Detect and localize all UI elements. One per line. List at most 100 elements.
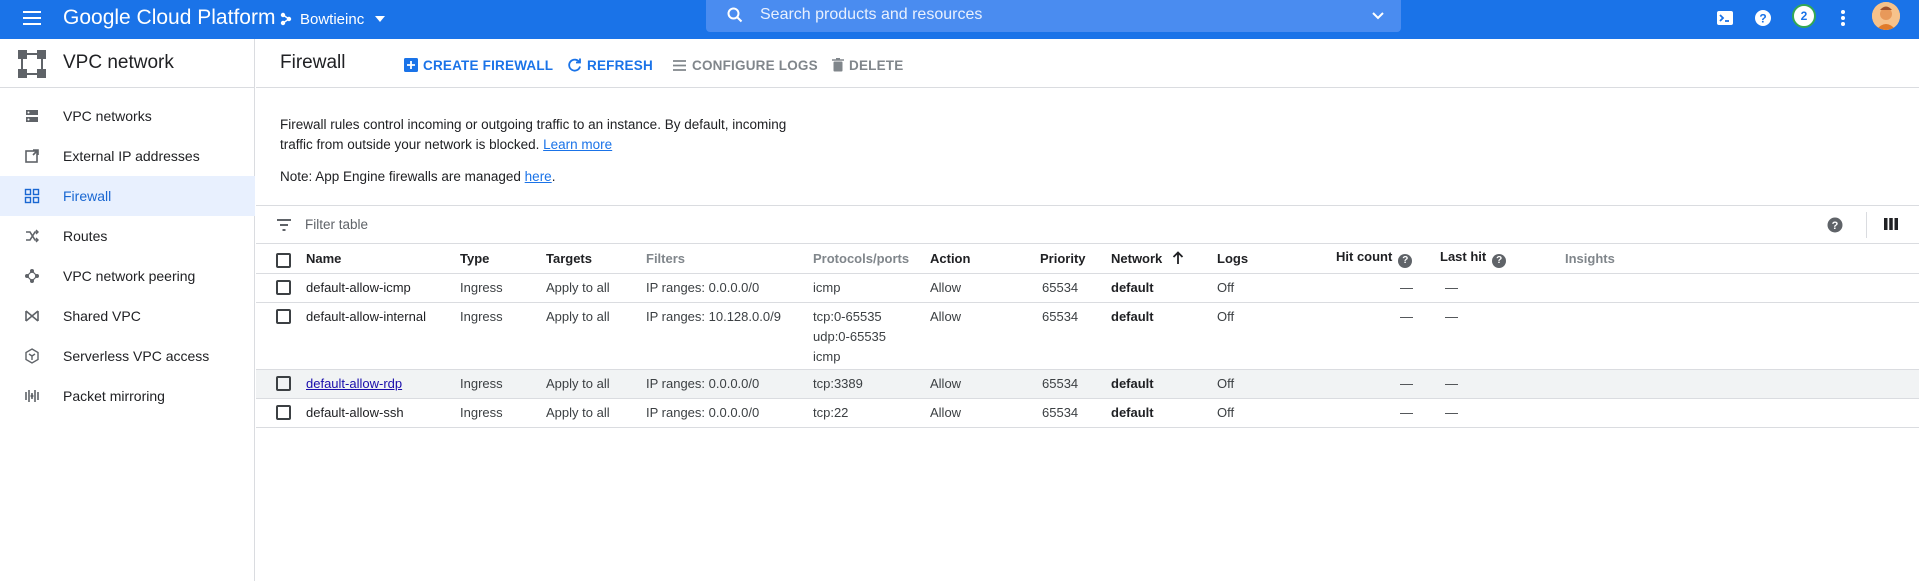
row-checkbox[interactable] [276,404,291,420]
search-icon [726,6,744,29]
refresh-icon [568,58,581,72]
col-action[interactable]: Action [930,245,1040,274]
svg-text:?: ? [1759,12,1766,26]
sidebar: VPC network VPC networks External IP add… [0,39,255,581]
table-row[interactable]: default-allow-ssh Ingress Apply to all I… [256,398,1919,428]
col-targets[interactable]: Targets [546,245,646,274]
rule-action: Allow [930,273,1040,303]
create-firewall-button[interactable]: CREATE FIREWALL [404,56,553,74]
search-input[interactable] [760,4,1320,26]
rule-priority: 65534 [1040,273,1111,303]
col-last-hit[interactable]: Last hit? [1440,245,1565,274]
sidebar-item-label: External IP addresses [63,148,200,164]
page-title: Firewall [280,52,346,73]
rule-name[interactable]: default-allow-icmp [306,273,460,303]
row-checkbox[interactable] [276,279,291,295]
sidebar-item-shared-vpc[interactable]: Shared VPC [0,296,255,336]
filter-icon[interactable] [276,218,292,237]
avatar[interactable] [1872,2,1900,30]
sidebar-item-packet-mirroring[interactable]: Packet mirroring [0,376,255,416]
filter-table-input[interactable]: Filter table [305,217,368,232]
rule-logs: Off [1217,302,1336,370]
col-priority[interactable]: Priority [1040,245,1111,274]
sidebar-item-vpc-networks[interactable]: VPC networks [0,96,255,136]
here-link[interactable]: here [525,169,552,184]
col-type[interactable]: Type [460,245,546,274]
sort-arrow-up-icon [1172,251,1184,265]
create-firewall-label: CREATE FIREWALL [423,57,554,73]
rule-hit-count: — [1336,369,1440,399]
project-selector[interactable]: Bowtieinc [278,7,390,31]
select-all-checkbox[interactable] [276,253,291,269]
rule-insights [1565,369,1919,399]
help-icon[interactable]: ? [1492,254,1507,269]
help-icon[interactable]: ? [1752,7,1774,29]
rule-name-link[interactable]: default-allow-rdp [306,376,402,391]
rule-network: default [1111,302,1217,370]
rule-network: default [1111,273,1217,303]
routes-icon [24,228,40,244]
rule-last-hit: — [1440,302,1565,370]
sidebar-item-vpc-network-peering[interactable]: VPC network peering [0,256,255,296]
rule-targets: Apply to all [546,398,646,428]
col-network[interactable]: Network [1111,245,1217,274]
filter-bar: Filter table ? [256,205,1919,244]
more-vert-icon[interactable] [1832,7,1854,29]
row-checkbox[interactable] [276,375,291,391]
col-logs[interactable]: Logs [1217,245,1336,274]
row-checkbox[interactable] [276,308,291,324]
sidebar-item-external-ip[interactable]: External IP addresses [0,136,255,176]
rule-protocols: tcp:3389 [813,369,930,399]
refresh-button[interactable]: REFRESH [567,56,653,74]
sidebar-item-firewall[interactable]: Firewall [0,176,255,216]
sidebar-item-label: Routes [63,228,108,244]
rule-network: default [1111,398,1217,428]
help-icon[interactable]: ? [1827,217,1843,238]
row-select-cell [256,273,306,303]
rule-priority: 65534 [1040,302,1111,370]
protocol-entry: tcp:0-65535 [813,308,882,324]
help-icon[interactable]: ? [1398,254,1413,269]
rule-hit-count: — [1336,302,1440,370]
firewall-rules-table: Name Type Targets Filters Protocols/port… [256,245,1919,428]
column-display-icon[interactable] [1884,217,1898,236]
cloud-shell-icon[interactable] [1714,7,1736,29]
rule-name[interactable]: default-allow-internal [306,302,460,370]
col-name[interactable]: Name [306,245,460,274]
learn-more-link[interactable]: Learn more [543,137,612,152]
table-row[interactable]: default-allow-icmp Ingress Apply to all … [256,273,1919,303]
protocol-entry: udp:0-65535 [813,328,887,344]
sidebar-item-routes[interactable]: Routes [0,216,255,256]
svg-text:?: ? [1832,220,1839,232]
rule-name-cell: default-allow-rdp [306,369,460,399]
hamburger-menu-icon[interactable] [20,6,44,30]
protocol-entry: tcp:3389 [813,375,863,391]
main-content: Firewall CREATE FIREWALL REFRESH CONFIGU… [256,39,1919,581]
rule-insights [1565,302,1919,370]
delete-button[interactable]: DELETE [832,56,903,74]
list-icon [673,59,686,71]
protocol-entry: icmp [813,279,841,295]
description-text: Firewall rules control incoming or outgo… [280,117,787,152]
chevron-down-icon[interactable] [1369,7,1387,30]
rule-action: Allow [930,369,1040,399]
search-box[interactable] [706,0,1401,32]
table-row[interactable]: default-allow-internal Ingress Apply to … [256,302,1919,370]
caret-down-icon [375,16,386,22]
rule-protocols: tcp:0-65535 udp:0-65535 icmp [813,302,930,370]
rule-name[interactable]: default-allow-ssh [306,398,460,428]
table-row[interactable]: default-allow-rdp Ingress Apply to all I… [256,369,1919,399]
rule-network: default [1111,369,1217,399]
col-hit-count[interactable]: Hit count? [1336,245,1440,274]
rule-hit-count: — [1336,273,1440,303]
notifications-badge[interactable]: 2 [1792,4,1816,28]
refresh-label: REFRESH [587,57,653,73]
brand-title[interactable]: Google Cloud Platform [63,6,275,30]
sidebar-item-serverless-vpc-access[interactable]: Serverless VPC access [0,336,255,376]
firewall-description: Firewall rules control incoming or outgo… [280,115,800,155]
shared-vpc-icon [24,308,40,324]
configure-logs-button[interactable]: CONFIGURE LOGS [672,56,818,74]
firewall-icon [24,188,40,204]
rule-priority: 65534 [1040,369,1111,399]
sidebar-item-label: Packet mirroring [63,388,165,404]
